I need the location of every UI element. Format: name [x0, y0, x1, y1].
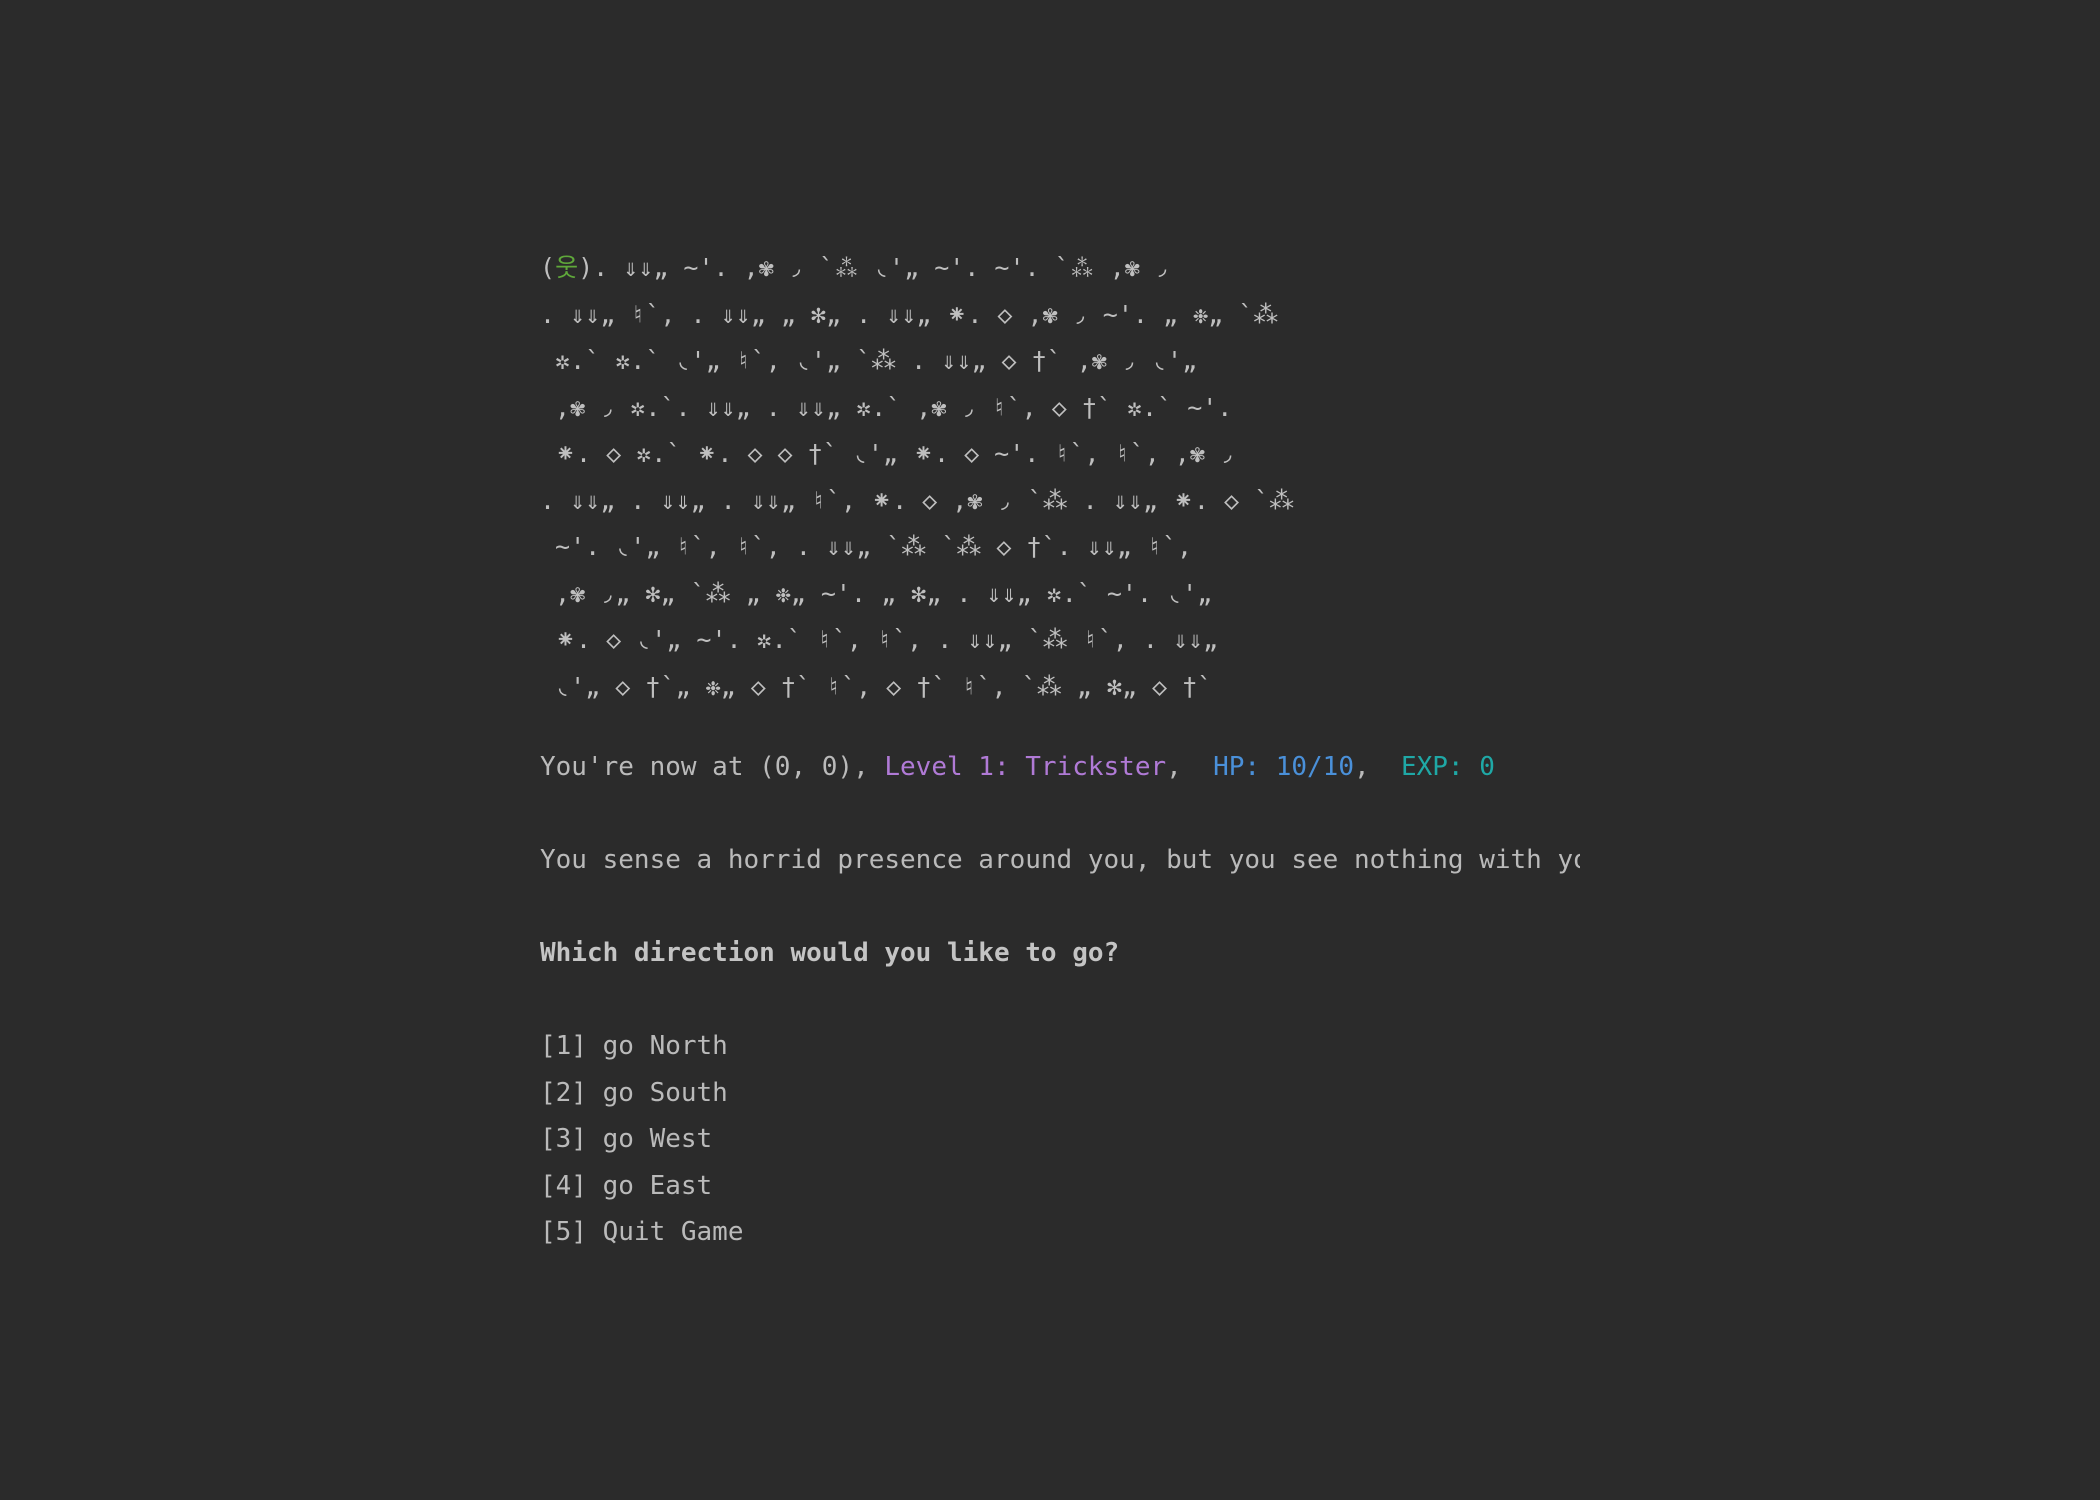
direction-prompt: Which direction would you like to go? [540, 938, 1120, 968]
terminal-output: (웃). ⇓⇓„ ~'. ,✾ ◞ `⁂ ◟'„ ~'. ~'. `⁂ ,✾ ◞… [540, 245, 1580, 1262]
option-quit-game[interactable]: [5] Quit Game [540, 1215, 1580, 1262]
ascii-map: (웃). ⇓⇓„ ~'. ,✾ ◞ `⁂ ◟'„ ~'. ~'. `⁂ ,✾ ◞… [540, 245, 1580, 710]
map-line: ⁕. ◇ ◟'„ ~'. ✲.` ♮`, ♮`, . ⇓⇓„ `⁂ ♮`, . … [540, 625, 1219, 654]
map-line: (웃). ⇓⇓„ ~'. ,✾ ◞ `⁂ ◟'„ ~'. ~'. `⁂ ,✾ ◞ [540, 245, 1580, 292]
status-separator: , [1354, 752, 1401, 782]
player-icon: 웃 [555, 253, 579, 282]
option-go-east[interactable]: [4] go East [540, 1169, 1580, 1216]
exp-text: EXP: 0 [1400, 752, 1495, 782]
option-go-north[interactable]: [1] go North [540, 1029, 1580, 1076]
options-list: [1] go North [2] go South [3] go West [4… [540, 1029, 1580, 1262]
map-line: ✲.` ✲.` ◟'„ ♮`, ◟'„ `⁂ . ⇓⇓„ ◇ †` ,✾ ◞ ◟… [540, 346, 1198, 375]
status-line: You're now at (0, 0), Level 1: Trickster… [540, 750, 1580, 784]
map-line: ~'. ◟'„ ♮`, ♮`, . ⇓⇓„ `⁂ `⁂ ◇ †`. ⇓⇓„ ♮`… [540, 532, 1193, 561]
status-separator: , [1166, 752, 1214, 782]
location-text: You're now at (0, 0), [540, 752, 885, 782]
map-line-suffix: ). ⇓⇓„ ~'. ,✾ ◞ `⁂ ◟'„ ~'. ~'. `⁂ ,✾ ◞ [578, 253, 1170, 282]
map-line-prefix: ( [540, 253, 556, 282]
option-go-south[interactable]: [2] go South [540, 1076, 1580, 1123]
hp-text: HP: 10/10 [1213, 752, 1354, 782]
map-line: . ⇓⇓„ . ⇓⇓„ . ⇓⇓„ ♮`, ⁕. ◇ ,✾ ◞ `⁂ . ⇓⇓„… [540, 485, 1295, 515]
map-line: . ⇓⇓„ ♮`, . ⇓⇓„ „ ✻„ . ⇓⇓„ ⁕. ◇ ,✾ ◞ ~'.… [540, 299, 1279, 329]
map-line: ⁕. ◇ ✲.` ⁕. ◇ ◇ †` ◟'„ ⁕. ◇ ~'. ♮`, ♮`, … [540, 439, 1235, 468]
map-line: ◟'„ ◇ †`„ ❉„ ◇ †` ♮`, ◇ †` ♮`, `⁂ „ ✻„ ◇… [540, 671, 1213, 701]
event-message: You sense a horrid presence around you, … [540, 845, 1580, 875]
option-go-west[interactable]: [3] go West [540, 1122, 1580, 1169]
map-line: ,✾ ◞ ✲.`. ⇓⇓„ . ⇓⇓„ ✲.` ,✾ ◞ ♮`, ◇ †` ✲.… [540, 392, 1233, 422]
level-text: Level 1: Trickster [884, 752, 1167, 782]
map-line: ,✾ ◞„ ✻„ `⁂ „ ❉„ ~'. „ ✻„ . ⇓⇓„ ✲.` ~'. … [540, 578, 1213, 608]
